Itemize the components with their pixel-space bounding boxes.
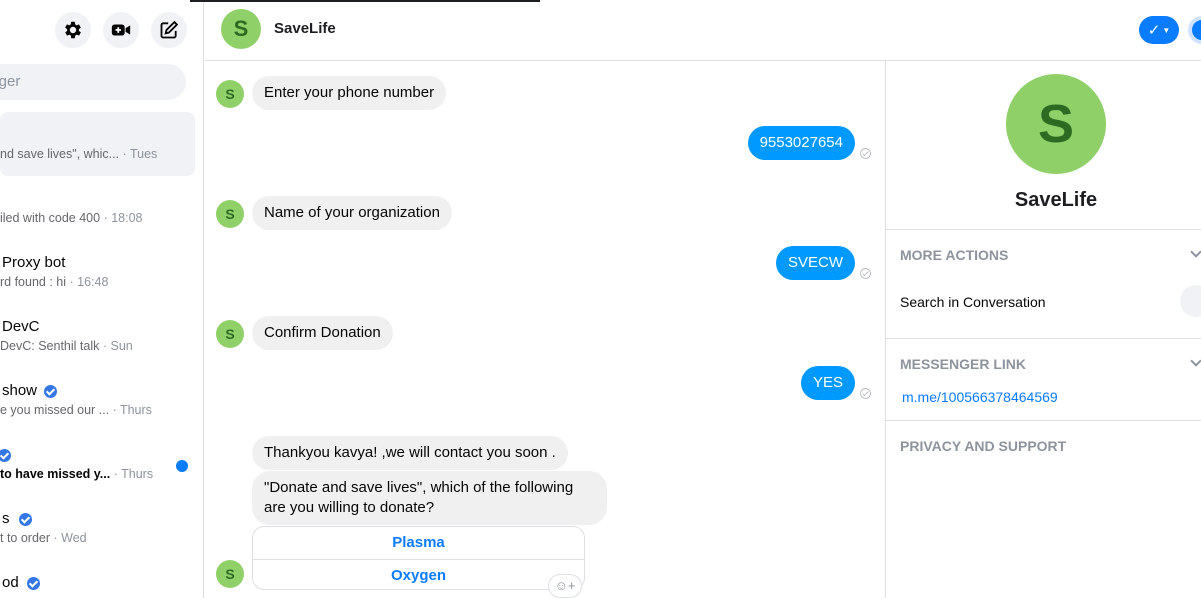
messenger-window: enger nd save lives", whic... · Tues iled…	[0, 0, 1201, 598]
conversation-snippet: t to order · Wed	[0, 531, 87, 545]
snippet-text: t to order	[0, 531, 51, 545]
seen-check-icon	[860, 388, 871, 399]
verified-badge-icon	[27, 577, 40, 590]
conversation-name: Proxy bot	[2, 254, 66, 271]
snippet-text: to have missed y...	[0, 467, 111, 481]
conversation-list-panel: enger nd save lives", whic... · Tues iled…	[0, 0, 204, 598]
add-reaction-icon[interactable]: ☺+	[548, 574, 582, 598]
outgoing-message[interactable]: 9553027654	[747, 126, 855, 160]
chevron-down-icon[interactable]	[1190, 355, 1201, 367]
avatar: S	[216, 200, 244, 228]
checkmark-icon: ✓	[1147, 22, 1161, 39]
quick-reply-plasma[interactable]: Plasma	[253, 527, 584, 559]
gear-icon	[65, 21, 81, 39]
conversation-snippet: iled with code 400 · 18:08	[0, 211, 142, 225]
list-item[interactable]: s t to order · Wed	[0, 496, 203, 560]
verified-badge-icon	[0, 449, 11, 462]
list-item[interactable]: Proxy bot rd found : hi · 16:48	[0, 240, 203, 304]
snippet-text: nd save lives", whic...	[0, 147, 120, 161]
verified-badge-icon	[18, 513, 32, 526]
avatar[interactable]: S	[221, 9, 261, 49]
conversation-name: od	[2, 574, 19, 591]
conversation-name: DevC	[2, 318, 40, 335]
conversation-snippet: nd save lives", whic... · Tues	[0, 147, 157, 161]
compose-icon	[160, 20, 179, 39]
conversation-name: show	[2, 382, 38, 399]
timestamp: · Thurs	[112, 403, 152, 417]
conversation-snippet: DevC: Senthil talk · Sun	[0, 339, 133, 353]
list-item[interactable]: nd save lives", whic... · Tues	[0, 112, 195, 176]
incoming-message[interactable]: Name of your organization	[252, 196, 452, 230]
timestamp: · Thurs	[113, 467, 154, 481]
quick-replies: Plasma Oxygen	[252, 526, 585, 590]
settings-button[interactable]	[55, 12, 91, 48]
seen-check-icon	[860, 148, 871, 159]
outgoing-message[interactable]: YES	[800, 366, 855, 400]
list-item[interactable]: DevC DevC: Senthil talk · Sun	[0, 304, 203, 368]
snippet-text: iled with code 400	[0, 211, 101, 225]
privacy-support-section: PRIVACY AND SUPPORT	[886, 420, 1201, 480]
new-message-button[interactable]	[151, 12, 187, 48]
video-camera-icon	[111, 24, 131, 36]
avatar: S	[216, 320, 244, 348]
section-title[interactable]: PRIVACY AND SUPPORT	[900, 438, 1066, 454]
chevron-down-icon[interactable]	[1190, 246, 1201, 258]
messenger-link[interactable]: m.me/100566378464569	[902, 389, 1058, 405]
snippet-text: e you missed our ...	[0, 403, 110, 417]
conversation-snippet: to have missed y... · Thurs	[0, 467, 153, 481]
conversation-name: s	[2, 510, 10, 527]
incoming-message[interactable]: Thankyou kavya! ,we will contact you soo…	[252, 436, 568, 470]
verified-badge-icon	[44, 385, 57, 398]
mark-done-button[interactable]: ✓ ▼	[1139, 16, 1179, 44]
avatar: S	[1006, 74, 1106, 174]
list-item[interactable]: od	[0, 560, 203, 598]
conversation-snippet: rd found : hi · 16:48	[0, 275, 108, 289]
timestamp: · Sun	[102, 339, 133, 353]
outgoing-message[interactable]: SVECW	[775, 246, 855, 280]
conversation-snippet: e you missed our ... · Thurs	[0, 403, 152, 417]
snippet-text: rd found : hi	[0, 275, 67, 289]
timestamp: · Wed	[53, 531, 87, 545]
left-header	[0, 0, 203, 60]
avatar: S	[216, 80, 244, 108]
seen-check-icon	[860, 268, 871, 279]
messenger-link-section: MESSENGER LINK m.me/100566378464569	[886, 338, 1201, 420]
search-icon[interactable]	[1180, 285, 1201, 317]
chevron-down-icon: ▼	[1162, 25, 1171, 35]
search-in-conversation[interactable]: Search in Conversation	[900, 294, 1046, 310]
message-thread: S Enter your phone number 9553027654 S N…	[205, 61, 885, 598]
incoming-message[interactable]: Confirm Donation	[252, 316, 393, 350]
timestamp: · 16:48	[69, 275, 109, 289]
list-item[interactable]: iled with code 400 · 18:08	[0, 176, 203, 240]
list-item[interactable]: show e you missed our ... · Thurs	[0, 368, 203, 432]
video-call-button[interactable]	[103, 12, 139, 48]
incoming-message[interactable]: "Donate and save lives", which of the fo…	[252, 471, 607, 525]
chat-header: S SaveLife ✓ ▼	[205, 0, 1201, 61]
list-item[interactable]: to have missed y... · Thurs	[0, 432, 203, 496]
chat-title[interactable]: SaveLife	[274, 20, 336, 37]
contact-name: SaveLife	[1014, 189, 1098, 211]
search-input[interactable]: enger	[0, 64, 186, 100]
timestamp: · 18:08	[103, 211, 143, 225]
section-title[interactable]: MORE ACTIONS	[900, 247, 1008, 263]
snippet-text: DevC: Senthil talk	[0, 339, 100, 353]
unread-dot-icon	[176, 460, 188, 472]
quick-reply-oxygen[interactable]: Oxygen	[253, 559, 584, 589]
info-button[interactable]	[1188, 16, 1201, 44]
incoming-message[interactable]: Enter your phone number	[252, 76, 447, 110]
timestamp: · Tues	[122, 147, 158, 161]
more-actions-section: MORE ACTIONS Search in Conversation	[886, 229, 1201, 339]
section-title[interactable]: MESSENGER LINK	[900, 356, 1026, 372]
conversation-info-panel: S SaveLife MORE ACTIONS Search in Conver…	[885, 61, 1201, 598]
avatar: S	[216, 560, 244, 588]
